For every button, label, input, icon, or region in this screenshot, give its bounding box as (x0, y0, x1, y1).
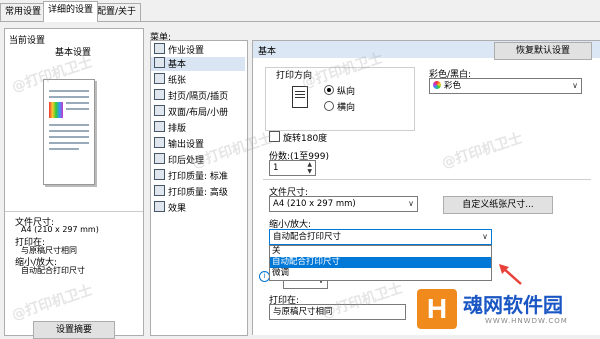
current-settings-panel: 当前设置 基本设置 文件尺寸: A4 (210 x 297 mm) 打印在: 与… (4, 28, 144, 339)
cover-pages-icon (154, 89, 165, 100)
rotate-180-checkbox[interactable]: 旋转180度 (269, 131, 327, 144)
settings-summary-button[interactable]: 设置摘要 (33, 321, 115, 339)
radio-portrait-dot (324, 85, 334, 95)
zoom-select[interactable]: 自动配合打印尺寸 ∨ (269, 229, 492, 245)
menu-item-cover-pages[interactable]: 封页/隔页/插页 (151, 89, 245, 103)
paper-icon (154, 73, 165, 84)
chevron-down-icon: ∨ (482, 232, 488, 241)
spin-arrows-icon[interactable]: ▲ ▼ (307, 161, 312, 175)
orientation-landscape-radio[interactable]: 横向 (324, 100, 355, 113)
info-zoom-value: 自动配合打印尺寸 (21, 266, 85, 275)
color-wheel-icon (433, 81, 441, 89)
custom-paper-size-button[interactable]: 自定义纸张尺寸... (443, 196, 553, 214)
tab-common-settings[interactable]: 常用设置 (0, 3, 47, 21)
layout-icon (154, 121, 165, 132)
current-setting-name: 基本设置 (55, 48, 92, 58)
zoom-option-off[interactable]: 关 (270, 246, 493, 257)
menu-item-quality-standard[interactable]: 打印质量: 标准 (151, 169, 245, 183)
logo-url: WWW.HNWDW.COM (485, 317, 568, 325)
panel-header-title: 基本 (258, 47, 277, 57)
logo-text: 魂网软件园 (463, 293, 563, 317)
radio-landscape-dot (324, 101, 334, 111)
duplex-layout-icon (154, 105, 165, 116)
menu-item-duplex-layout[interactable]: 双面/布局/小册 (151, 105, 245, 119)
menu-item-quality-advanced[interactable]: 打印质量: 高级 (151, 185, 245, 199)
orientation-group: 打印方向 纵向 横向 (265, 67, 415, 131)
copies-input[interactable]: 1 ▲ ▼ (269, 160, 316, 176)
logo-mark-icon: H (417, 289, 457, 329)
basic-icon (154, 57, 165, 68)
site-logo: H 魂网软件园 WWW.HNWDW.COM (415, 286, 599, 332)
orientation-label: 打印方向 (276, 71, 313, 81)
menu-item-effects[interactable]: 效果 (151, 201, 245, 215)
menu-list: 作业设置 基本 纸张 封页/隔页/插页 双面/布局/小册 排版 输出设置 印后处… (150, 40, 248, 336)
orientation-portrait-radio[interactable]: 纵向 (324, 84, 355, 97)
chevron-down-icon: ∨ (408, 199, 414, 208)
menu-item-layout[interactable]: 排版 (151, 121, 245, 135)
restore-defaults-button[interactable]: 恢复默认设置 (494, 42, 592, 60)
finishing-icon (154, 153, 165, 164)
zoom-option-auto-fit[interactable]: 自动配合打印尺寸 (270, 257, 491, 268)
red-arrow-icon (499, 264, 522, 285)
current-settings-label: 当前设置 (9, 36, 46, 46)
zoom-option-fine-tune[interactable]: 微调 (270, 268, 493, 279)
quality-standard-icon (154, 169, 165, 180)
menu-item-job-settings[interactable]: 作业设置 (151, 43, 245, 57)
paper-size-select[interactable]: A4 (210 x 297 mm) ∨ (269, 196, 418, 212)
effects-icon (154, 201, 165, 212)
quality-advanced-icon (154, 185, 165, 196)
print-on-select[interactable]: 与原稿尺寸相同 (269, 304, 406, 320)
paper-preview-icon (43, 79, 95, 185)
tab-config-about[interactable]: 配置/关于 (92, 3, 142, 21)
output-icon (154, 137, 165, 148)
zoom-dropdown-list: 关 自动配合打印尺寸 微调 (269, 245, 492, 281)
tab-detailed-settings[interactable]: 详细的设置 (43, 1, 99, 22)
menu-item-paper[interactable]: 纸张 (151, 73, 245, 87)
job-settings-icon (154, 43, 165, 54)
menu-item-basic[interactable]: 基本 (151, 57, 245, 71)
color-mode-select[interactable]: 彩色 ∨ (429, 78, 582, 94)
menu-item-output[interactable]: 输出设置 (151, 137, 245, 151)
portrait-page-icon (292, 86, 308, 108)
menu-item-finishing[interactable]: 印后处理 (151, 153, 245, 167)
chevron-down-icon: ∨ (572, 81, 578, 90)
info-paper-size-value: A4 (210 x 297 mm) (21, 225, 99, 234)
rotate-checkbox-box (269, 131, 280, 142)
